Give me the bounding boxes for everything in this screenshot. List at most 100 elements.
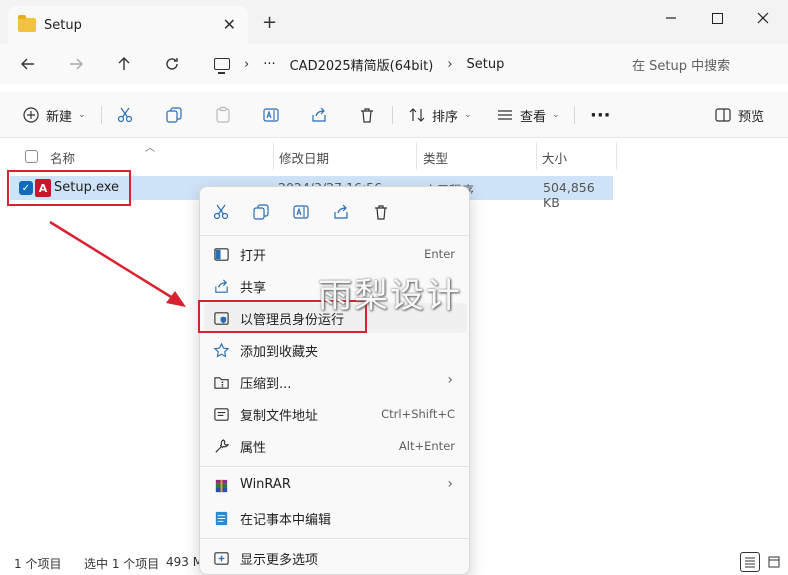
chevron-right-icon: ›	[447, 372, 453, 388]
address-more[interactable]: ···	[263, 57, 275, 72]
menu-item-open[interactable]: 打开 Enter	[204, 239, 467, 269]
more-button[interactable]: ···	[590, 104, 611, 126]
column-header: ︿ 名称 修改日期 类型 大小	[0, 142, 788, 170]
share-button[interactable]	[330, 201, 352, 223]
minimize-button[interactable]	[648, 4, 694, 32]
close-window-button[interactable]	[740, 4, 786, 32]
delete-button[interactable]	[358, 104, 376, 126]
context-menu: 打开 Enter 共享 以管理员身份运行 添加到收藏夹 压缩到... › 复制文…	[199, 186, 470, 575]
menu-divider	[200, 538, 469, 539]
copy-icon	[166, 107, 182, 123]
navigation-bar: › ··· CAD2025精简版(64bit) › Setup 在 Setup …	[0, 44, 788, 84]
preview-pane-icon	[715, 108, 731, 122]
breadcrumb-setup[interactable]: Setup	[467, 57, 505, 72]
share-button[interactable]	[310, 104, 328, 126]
scissors-icon	[213, 204, 229, 220]
menu-item-edit-notepad[interactable]: 在记事本中编辑	[204, 503, 467, 533]
divider	[101, 106, 102, 124]
column-divider[interactable]	[616, 142, 617, 170]
tab-setup[interactable]: Setup ✕	[8, 6, 248, 44]
menu-item-label: 打开	[240, 249, 267, 264]
details-view-icon	[745, 557, 755, 568]
breadcrumb-cad2025[interactable]: CAD2025精简版(64bit)	[290, 55, 434, 74]
menu-item-compress[interactable]: 压缩到... ›	[204, 367, 467, 397]
sort-icon	[409, 108, 425, 122]
back-button[interactable]	[16, 52, 40, 76]
column-size[interactable]: 大小	[542, 148, 567, 167]
copy-button[interactable]	[165, 104, 183, 126]
column-modified[interactable]: 修改日期	[279, 148, 329, 167]
chevron-down-icon: ⌄	[552, 110, 560, 120]
new-button[interactable]: 新建 ⌄	[22, 104, 86, 126]
highlight-box-file	[7, 170, 131, 206]
more-options-icon	[212, 549, 230, 567]
wrench-icon	[212, 437, 230, 455]
menu-divider	[200, 466, 469, 467]
divider	[392, 106, 393, 124]
tiles-view-button[interactable]	[764, 552, 784, 572]
cut-button[interactable]	[210, 201, 232, 223]
star-icon	[212, 341, 230, 359]
menu-item-label: 在记事本中编辑	[240, 513, 332, 528]
menu-item-shortcut: Enter	[424, 247, 455, 261]
column-divider[interactable]	[273, 142, 274, 170]
clipboard-icon	[216, 106, 230, 123]
menu-item-label: 添加到收藏夹	[240, 345, 319, 360]
column-divider[interactable]	[416, 142, 417, 170]
share-icon	[212, 277, 230, 295]
menu-item-label: 压缩到...	[240, 377, 292, 392]
chevron-down-icon: ⌄	[78, 110, 86, 120]
search-input[interactable]: 在 Setup 中搜索	[620, 48, 780, 80]
forward-button[interactable]	[64, 52, 88, 76]
winrar-icon	[212, 477, 230, 495]
menu-item-label: 复制文件地址	[240, 409, 319, 424]
menu-item-properties[interactable]: 属性 Alt+Enter	[204, 431, 467, 461]
sort-label: 排序	[432, 109, 459, 125]
rename-button[interactable]	[262, 104, 280, 126]
details-view-button[interactable]	[740, 552, 760, 572]
plus-circle-icon	[23, 107, 39, 123]
scissors-icon	[117, 107, 133, 123]
file-size: 504,856 KB	[543, 180, 595, 210]
sort-caret-icon: ︿	[145, 143, 155, 154]
maximize-icon	[711, 12, 723, 24]
column-name[interactable]: 名称	[50, 148, 75, 167]
menu-item-add-favorites[interactable]: 添加到收藏夹	[204, 335, 467, 365]
menu-item-more-options[interactable]: 显示更多选项	[204, 543, 467, 573]
maximize-button[interactable]	[694, 4, 740, 32]
arrow-right-icon	[70, 58, 83, 70]
new-tab-button[interactable]: +	[262, 12, 277, 33]
address-bar[interactable]: › ··· CAD2025精简版(64bit) › Setup	[204, 48, 607, 80]
arrow-left-icon	[21, 58, 34, 70]
open-icon	[212, 245, 230, 263]
close-icon	[757, 12, 769, 24]
copy-button[interactable]	[250, 201, 272, 223]
item-count: 1 个项目	[14, 557, 62, 571]
trash-icon	[375, 205, 387, 220]
share-icon	[312, 107, 326, 122]
menu-item-shortcut: Ctrl+Shift+C	[381, 407, 455, 421]
rename-button[interactable]	[290, 201, 312, 223]
select-all-checkbox[interactable]	[25, 150, 38, 163]
cut-button[interactable]	[116, 104, 134, 126]
menu-item-winrar[interactable]: WinRAR ›	[204, 471, 467, 501]
menu-item-copy-path[interactable]: 复制文件地址 Ctrl+Shift+C	[204, 399, 467, 429]
zip-folder-icon	[212, 373, 230, 391]
tiles-view-icon	[768, 556, 780, 568]
delete-button[interactable]	[370, 201, 392, 223]
view-button[interactable]: 查看 ⌄	[496, 104, 560, 126]
preview-button[interactable]: 预览	[714, 104, 764, 126]
paste-button[interactable]	[214, 104, 232, 126]
arrow-up-icon	[118, 57, 130, 70]
trash-icon	[361, 108, 373, 123]
chevron-right-icon: ›	[244, 56, 250, 72]
column-type[interactable]: 类型	[423, 148, 448, 167]
column-divider[interactable]	[536, 142, 537, 170]
tab-title: Setup	[44, 17, 82, 33]
close-tab-icon[interactable]: ✕	[223, 15, 236, 34]
chevron-right-icon: ›	[447, 56, 453, 72]
preview-label: 预览	[738, 109, 765, 125]
up-button[interactable]	[112, 52, 136, 76]
sort-button[interactable]: 排序 ⌄	[408, 104, 472, 126]
refresh-button[interactable]	[160, 52, 184, 76]
